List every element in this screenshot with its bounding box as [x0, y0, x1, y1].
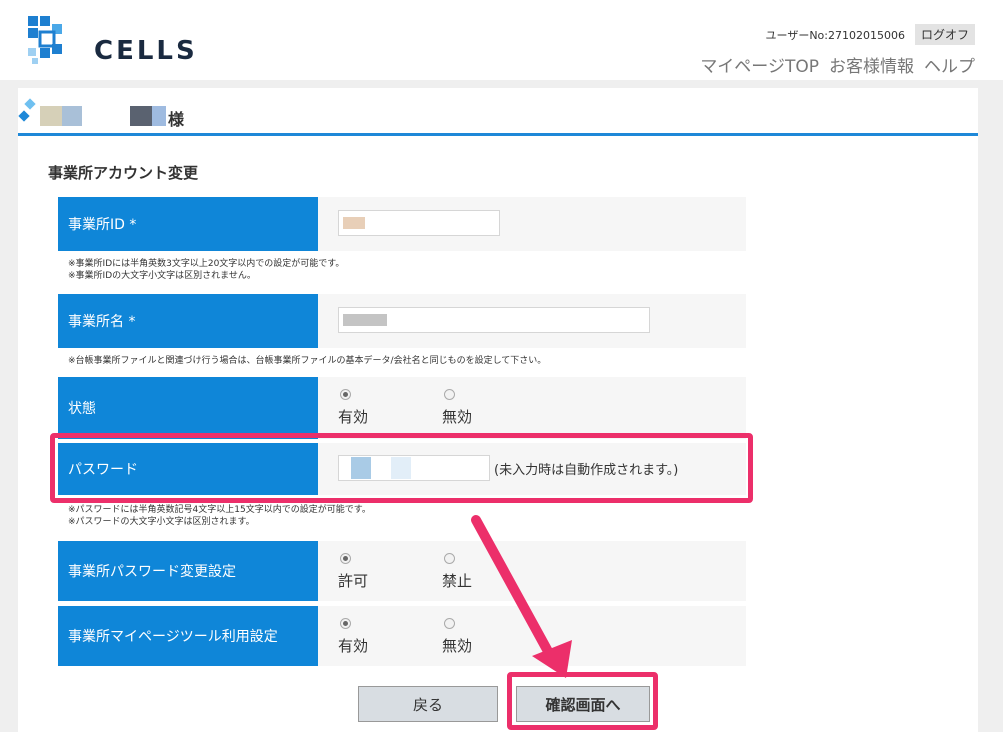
header: CELLS ユーザーNo:27102015006 ログオフ マイページTOP お…	[0, 0, 1003, 80]
mypage-tool-label: 事業所マイページツール利用設定	[58, 606, 318, 666]
status-option-enabled[interactable]: 有効	[338, 389, 368, 427]
password-change-label: 事業所パスワード変更設定	[58, 541, 318, 601]
password-note-2: ※パスワードの大文字小文字は区別されます。	[68, 517, 255, 527]
office-name-label: 事業所名 *	[58, 294, 318, 348]
office-id-notes: ※事業所IDには半角英数3文字以上20文字以内での設定が可能です。 ※事業所ID…	[68, 258, 344, 282]
office-id-input[interactable]	[338, 210, 500, 236]
radio-icon[interactable]	[444, 553, 455, 564]
mypage-tool-option-label: 有効	[338, 637, 369, 655]
password-notes: ※パスワードには半角英数記号4文字以上15文字以内での設定が可能です。 ※パスワ…	[68, 504, 371, 528]
office-id-note-2: ※事業所IDの大文字小文字は区別されません。	[68, 271, 256, 281]
radio-icon[interactable]	[340, 553, 351, 564]
radio-icon[interactable]	[444, 389, 455, 400]
back-button[interactable]: 戻る	[358, 686, 498, 722]
user-number: ユーザーNo:27102015006	[765, 28, 905, 42]
status-option-label: 有効	[338, 408, 369, 426]
office-id-row: 事業所ID *	[58, 197, 746, 251]
office-name-note-1: ※台帳事業所ファイルと関連づけ行う場合は、台帳事業所ファイルの基本データ/会社名…	[68, 356, 547, 366]
form-title: 事業所アカウント変更	[48, 164, 199, 182]
redacted-value	[343, 314, 387, 326]
pw-change-option-label: 禁止	[442, 572, 473, 590]
password-change-row: 事業所パスワード変更設定 許可 禁止	[58, 541, 746, 601]
status-label: 状態	[58, 377, 318, 439]
status-row: 状態 有効 無効	[58, 377, 746, 439]
redacted-name	[62, 106, 82, 126]
logoff-button[interactable]: ログオフ	[914, 24, 975, 45]
radio-icon[interactable]	[444, 618, 455, 629]
office-id-label: 事業所ID *	[58, 197, 318, 251]
status-option-label: 無効	[442, 408, 473, 426]
redacted-name	[152, 106, 166, 126]
confirm-highlight-box	[507, 672, 658, 730]
nav-help[interactable]: ヘルプ	[924, 52, 975, 77]
mypage-tool-option-disabled[interactable]: 無効	[442, 618, 472, 656]
user-info: ユーザーNo:27102015006 ログオフ	[766, 24, 975, 45]
nav-customer-info[interactable]: お客様情報	[829, 52, 914, 77]
honorific-suffix: 様	[168, 110, 185, 129]
office-name-input[interactable]	[338, 307, 650, 333]
logo-text: CELLS	[94, 36, 198, 66]
pw-change-option-allow[interactable]: 許可	[338, 553, 368, 591]
redacted-name	[40, 106, 62, 126]
redacted-name	[130, 106, 152, 126]
office-id-note-1: ※事業所IDには半角英数3文字以上20文字以内での設定が可能です。	[68, 259, 345, 269]
pw-change-option-deny[interactable]: 禁止	[442, 553, 472, 591]
password-note-1: ※パスワードには半角英数記号4文字以上15文字以内での設定が可能です。	[68, 505, 371, 515]
cells-logo-icon	[28, 16, 62, 64]
office-name-notes: ※台帳事業所ファイルと関連づけ行う場合は、台帳事業所ファイルの基本データ/会社名…	[68, 355, 546, 367]
mypage-tool-row: 事業所マイページツール利用設定 有効 無効	[58, 606, 746, 666]
radio-icon[interactable]	[340, 618, 351, 629]
mypage-tool-option-enabled[interactable]: 有効	[338, 618, 368, 656]
radio-icon[interactable]	[340, 389, 351, 400]
mypage-tool-option-label: 無効	[442, 637, 473, 655]
pw-change-option-label: 許可	[338, 572, 369, 590]
status-option-disabled[interactable]: 無効	[442, 389, 472, 427]
password-highlight-box	[50, 433, 753, 503]
cells-logo[interactable]: CELLS	[24, 14, 195, 66]
office-name-row: 事業所名 *	[58, 294, 746, 348]
redacted-value	[343, 217, 365, 229]
top-nav: マイページTOP お客様情報 ヘルプ	[700, 52, 975, 77]
nav-mypage-top[interactable]: マイページTOP	[700, 52, 819, 77]
